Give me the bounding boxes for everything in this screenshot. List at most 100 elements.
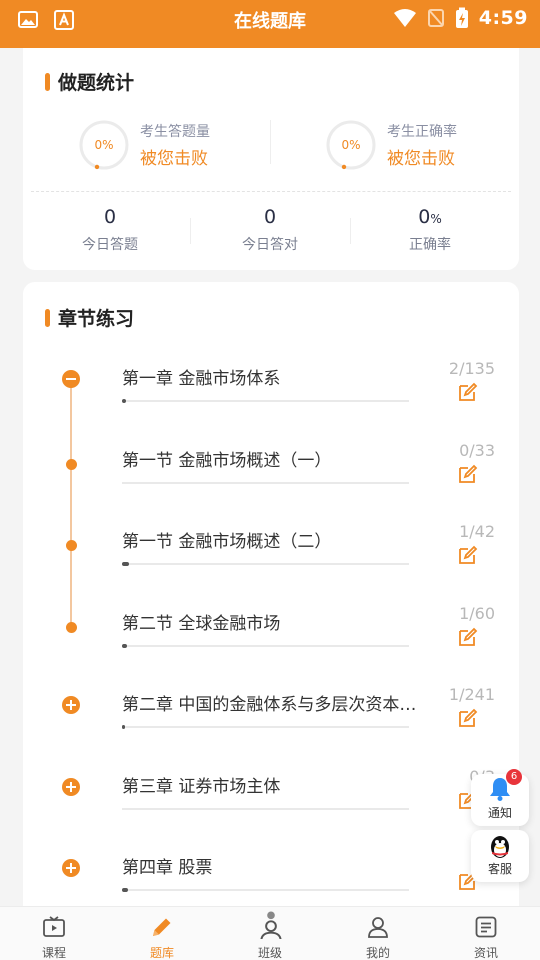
stat-value: 0 [418,206,431,228]
edit-icon[interactable] [457,707,479,729]
chapter-progress-track [122,643,409,648]
news-icon [475,916,497,938]
tab-label: 班级 [257,946,282,960]
chapter-count: 2/135 [448,359,495,378]
top-bar: 在线题库 4:59 [0,0,540,48]
notify-badge: 6 [506,769,522,785]
answer-count-ring-block: 0% 考生答题量 被您击败 [78,118,210,172]
chapter-name: 第二章 中国的金融体系与多层次资本市场 [122,695,422,715]
stat-today-correct: 0 今日答对 [190,206,350,254]
edit-icon[interactable] [457,626,479,648]
timeline-dot-icon [66,458,77,470]
chapter-name: 第一节 金融市场概述（一） [122,450,332,471]
tab-label: 我的 [365,946,390,960]
stats-title-text: 做题统计 [58,72,135,94]
notify-label: 通知 [487,806,512,820]
stat-value: 0 [103,206,117,228]
collapse-icon[interactable] [62,370,80,388]
chapter-progress-fill [122,562,129,566]
section-accent-bar [45,308,50,327]
qq-penguin-icon [491,836,509,858]
chapter-row[interactable]: 第一章 金融市场体系 2/135 [23,354,519,434]
ring-divider [270,120,271,164]
status-bar-right: 4:59 [393,7,528,29]
stat-label: 今日答对 [242,237,298,253]
wifi-icon [393,9,416,27]
chapter-row[interactable]: 第二章 中国的金融体系与多层次资本市场 1/241 [23,680,519,760]
chapter-progress-fill [122,399,126,403]
stats-section-title: 做题统计 [45,68,134,95]
ring-value: 被您击败 [387,149,455,169]
no-signal-icon [427,9,444,27]
tab-question-bank[interactable]: 题库 [108,907,216,960]
stat-label: 今日答题 [82,237,138,253]
stats-dashed-divider [31,191,511,192]
chapter-progress-track [122,481,409,484]
stat-today-answered: 0 今日答题 [30,206,190,254]
tab-label: 资讯 [473,946,498,960]
chapter-count: 0/33 [459,440,495,460]
ring-value: 被您击败 [140,149,208,169]
chapter-row[interactable]: 第二节 全球金融市场 1/60 [23,599,519,679]
timeline-dot-icon [66,540,77,551]
chapter-practice-card: 章节练习 第一章 金融市场体系 2/135 第一节 金融市场概述（一） 0/33 第一节… [23,282,519,922]
accuracy-ring-block: 0% 考生正确率 被您击败 [325,118,457,172]
stat-unit: % [430,212,442,226]
tab-class[interactable]: 班级 [216,907,324,960]
edit-icon[interactable] [457,381,479,403]
chapter-progress-track [122,399,409,403]
stats-card: 做题统计 0% 考生答题量 被您击败 0% 考生正确率 被您击败 0 今日答题 … [23,48,519,270]
tab-label: 题库 [149,946,174,960]
expand-icon[interactable] [62,696,80,714]
ring-caption: 考生正确率 [387,124,457,140]
service-label: 客服 [487,862,512,876]
edit-icon[interactable] [457,544,479,566]
stat-label: 正确率 [409,237,451,253]
stat-value: 0 [263,206,277,228]
chapter-name: 第二节 全球金融市场 [122,613,281,634]
ring-percent: 0% [341,138,361,152]
chapter-row[interactable]: 第一节 金融市场概述（二） 1/42 [23,517,519,597]
chapter-progress-fill [122,888,128,892]
chapter-count: 1/241 [448,685,495,704]
battery-charging-icon [455,7,468,28]
chapter-progress-track [122,807,409,810]
stat-accuracy: 0% 正确率 [350,206,510,254]
chapter-name: 第一节 金融市场概述（二） [122,532,332,552]
chapter-progress-track [122,888,409,892]
tab-news[interactable]: 资讯 [432,907,540,960]
chapter-progress-track [122,562,409,566]
chapter-progress-fill [122,643,127,648]
tab-course[interactable]: 课程 [0,907,108,960]
chapters-section-title: 章节练习 [45,304,134,331]
video-icon [43,916,65,937]
tab-mine[interactable]: 我的 [324,907,432,960]
expand-icon[interactable] [62,859,80,877]
chapter-name: 第四章 股票 [122,858,213,878]
ring-percent: 0% [94,138,114,152]
chapter-progress-fill [122,725,125,729]
chapter-name: 第一章 金融市场体系 [122,369,281,389]
bottom-nav: 课程 题库 班级 我的 资讯 [0,906,540,960]
tab-label: 课程 [41,946,66,960]
notify-button[interactable]: 6 通知 [471,769,529,826]
answer-count-ring: 0% [78,119,130,171]
chapter-count: 1/42 [459,522,495,541]
expand-icon[interactable] [62,777,80,796]
chapter-row[interactable]: 第一节 金融市场概述（一） 0/33 [23,436,519,516]
section-accent-bar [45,72,50,91]
ring-caption: 考生答题量 [140,124,210,140]
chapter-progress-track [122,725,409,729]
accuracy-ring: 0% [325,119,377,171]
status-clock: 4:59 [478,7,528,29]
chapter-count: 1/60 [459,603,495,623]
chapter-row[interactable]: 第三章 证券市场主体0/3 [23,762,519,842]
timeline-dot-icon [66,621,77,633]
pencil-icon [153,918,171,936]
chapter-name: 第三章 证券市场主体 [122,776,281,797]
chapters-title-text: 章节练习 [58,308,135,330]
class-icon [260,911,282,939]
customer-service-button[interactable]: 客服 [471,830,529,882]
user-icon [368,917,388,938]
edit-icon[interactable] [457,463,479,485]
